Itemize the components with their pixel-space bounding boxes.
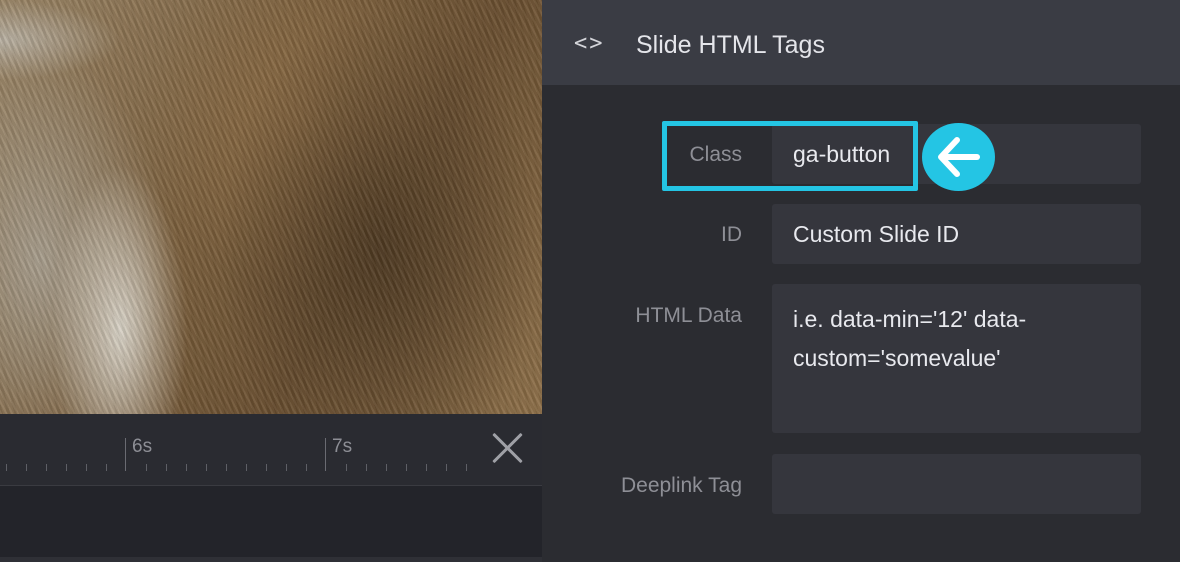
timeline-track-divider: [0, 557, 542, 562]
ruler-tick: [146, 464, 147, 471]
html-data-label: HTML Data: [635, 304, 742, 327]
close-icon[interactable]: [490, 431, 524, 465]
ruler-tick: [346, 464, 347, 471]
ruler-tick-major: [325, 438, 326, 471]
ruler-tick: [66, 464, 67, 471]
settings-panel: <> Slide HTML Tags Class ID Custom Slide…: [542, 0, 1180, 562]
ruler-tick-major: [125, 438, 126, 471]
ruler-tick: [226, 464, 227, 471]
ruler-tick: [466, 464, 467, 471]
ruler-tick: [446, 464, 447, 471]
panel-title: Slide HTML Tags: [636, 31, 825, 59]
id-input[interactable]: Custom Slide ID: [772, 204, 1141, 264]
timeline-track[interactable]: [0, 487, 542, 557]
class-label: Class: [689, 143, 742, 166]
timeline-ruler[interactable]: 6s 7s: [0, 414, 542, 486]
ruler-tick: [206, 464, 207, 471]
ruler-tick: [386, 464, 387, 471]
class-input[interactable]: [772, 124, 1141, 184]
ruler-tick: [366, 464, 367, 471]
ruler-tick: [286, 464, 287, 471]
ruler-tick: [26, 464, 27, 471]
ruler-tick: [46, 464, 47, 471]
id-label: ID: [721, 223, 742, 246]
slide-editor: 6s 7s: [0, 0, 542, 562]
deeplink-input[interactable]: [772, 454, 1141, 514]
ruler-label-6s: 6s: [132, 436, 153, 457]
ruler-tick: [186, 464, 187, 471]
ruler-tick: [6, 464, 7, 471]
code-icon: <>: [574, 31, 605, 56]
deeplink-label: Deeplink Tag: [620, 474, 742, 497]
ruler-tick: [106, 464, 107, 471]
slide-canvas-image[interactable]: [0, 0, 542, 414]
panel-header: <> Slide HTML Tags: [542, 0, 1180, 85]
ruler-tick: [86, 464, 87, 471]
ruler-tick: [266, 464, 267, 471]
ruler-tick: [426, 464, 427, 471]
ruler-label-7s: 7s: [332, 436, 353, 457]
ruler-tick: [406, 464, 407, 471]
ruler-tick: [306, 464, 307, 471]
ruler-tick: [166, 464, 167, 471]
html-data-textarea[interactable]: i.e. data-min='12' data-custom='somevalu…: [772, 284, 1141, 433]
ruler-tick: [246, 464, 247, 471]
fur-texture: [0, 0, 542, 414]
